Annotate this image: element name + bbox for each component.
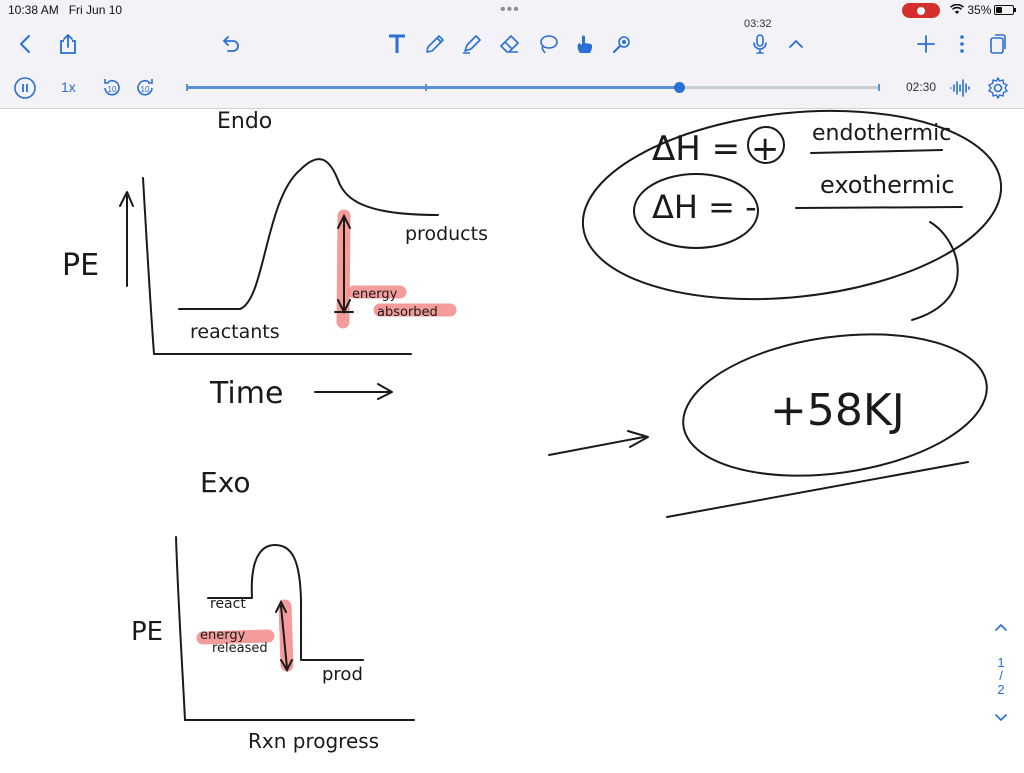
scrubber-marker	[425, 84, 427, 91]
status-time: 10:38 AM Fri Jun 10	[8, 3, 122, 17]
energy-absorbed-label-line2: absorbed	[377, 305, 438, 320]
skip-back-icon[interactable]: 10	[100, 76, 124, 100]
exo-title: Exo	[200, 466, 251, 499]
add-icon[interactable]	[914, 32, 938, 56]
status-right: 35%	[950, 3, 991, 17]
pointer-arrow	[548, 430, 649, 456]
connector-stroke	[911, 221, 959, 321]
pen-tool-icon[interactable]	[423, 32, 447, 56]
highlighter-tool-icon[interactable]	[460, 32, 484, 56]
played-progress	[186, 86, 679, 89]
audio-waveform-icon[interactable]	[948, 76, 972, 100]
endo-pe-arrow	[119, 191, 134, 287]
endo-y-axis	[142, 177, 155, 355]
wifi-icon	[950, 3, 967, 17]
delta-h-negative: ΔH = -	[652, 188, 757, 226]
rxn-progress-label: Rxn progress	[248, 729, 379, 753]
status-bar: 10:38 AM Fri Jun 10 ••• 35%	[0, 0, 1024, 22]
note-canvas[interactable]: Endo PE reactants products energy absorb…	[0, 108, 1024, 768]
screen-recording-indicator-icon[interactable]	[902, 3, 940, 18]
page-up-icon[interactable]	[994, 622, 1008, 632]
page-navigator: 1 / 2	[986, 620, 1016, 740]
playback-speed-button[interactable]: 1x	[61, 79, 76, 95]
scrubber-marker	[186, 84, 188, 91]
scrubber-marker	[878, 84, 880, 91]
back-chevron-icon[interactable]	[14, 32, 38, 56]
time-arrow	[314, 383, 393, 400]
laser-pointer-tool-icon[interactable]	[610, 32, 634, 56]
elapsed-time: 02:30	[906, 80, 937, 94]
clock-text: 10:38 AM	[8, 3, 59, 17]
microphone-icon[interactable]	[748, 32, 772, 56]
battery-percent: 35%	[967, 3, 992, 17]
settings-gear-icon[interactable]	[986, 76, 1010, 100]
energy-released-label-line2: released	[212, 641, 268, 656]
enthalpy-value: +58KJ	[770, 385, 905, 436]
pe-label-endo: PE	[62, 248, 99, 283]
hand-draw-tool-icon[interactable]	[573, 32, 597, 56]
date-text: Fri Jun 10	[68, 3, 123, 17]
products-label: products	[405, 223, 488, 245]
pe-label-exo: PE	[131, 617, 163, 647]
endo-title: Endo	[217, 109, 272, 134]
battery-icon	[994, 5, 1016, 15]
page-down-icon[interactable]	[994, 713, 1008, 723]
exothermic-label: exothermic	[820, 171, 955, 199]
pages-icon[interactable]	[986, 32, 1010, 56]
eraser-tool-icon[interactable]	[498, 32, 522, 56]
pause-icon[interactable]	[13, 76, 37, 100]
react-label: react	[210, 596, 246, 612]
skip-forward-icon[interactable]: 10	[133, 76, 157, 100]
exo-y-axis	[175, 536, 186, 721]
energy-absorbed-label-line1: energy	[352, 287, 398, 302]
endothermic-label: endothermic	[812, 121, 951, 146]
prod-label: prod	[322, 664, 363, 685]
text-tool-icon[interactable]	[385, 32, 409, 56]
lasso-tool-icon[interactable]	[536, 32, 560, 56]
recording-time: 03:32	[744, 18, 772, 30]
page-separator: /	[999, 668, 1003, 683]
skip-back-seconds: 10	[108, 85, 117, 94]
delta-h-positive: ΔH = +	[652, 129, 779, 169]
handwriting-layer: Endo PE reactants products energy absorb…	[62, 109, 1003, 753]
skip-forward-seconds: 10	[141, 85, 150, 94]
multitasking-dots-icon[interactable]: •••	[500, 1, 520, 19]
share-icon[interactable]	[56, 32, 80, 56]
more-options-icon[interactable]	[950, 32, 974, 56]
playback-bar: 1x 10 10 02:30	[0, 66, 1024, 109]
toolbar: 03:32	[0, 18, 1024, 66]
time-label: Time	[209, 376, 283, 411]
total-pages: 2	[997, 682, 1005, 697]
undo-icon[interactable]	[219, 32, 243, 56]
value-underline	[666, 461, 969, 518]
reactants-label: reactants	[190, 321, 280, 343]
chevron-up-icon[interactable]	[784, 32, 808, 56]
scrubber-knob[interactable]	[673, 82, 685, 93]
playback-scrubber[interactable]	[186, 82, 880, 93]
